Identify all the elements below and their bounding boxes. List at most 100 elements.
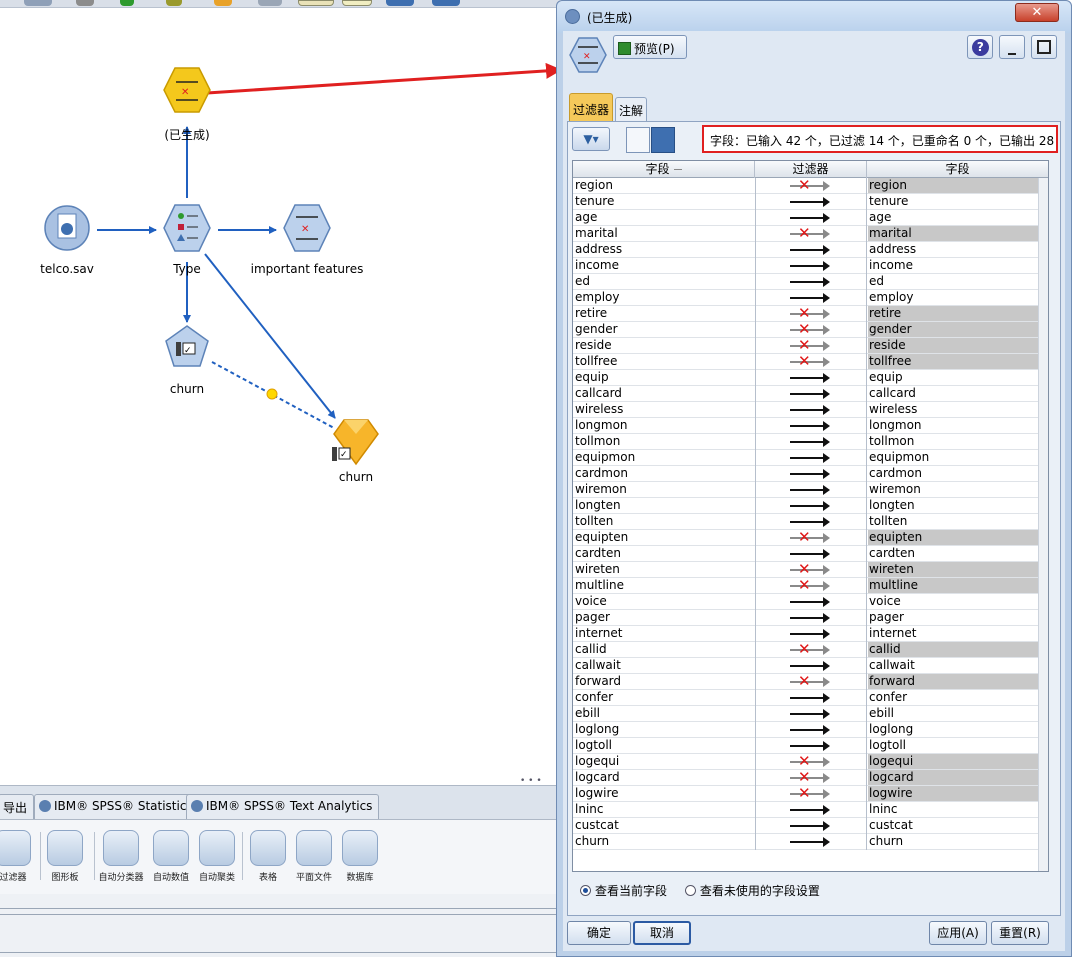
table-row[interactable]: region ✕ region bbox=[573, 176, 1048, 194]
output-field-name[interactable]: loglong bbox=[868, 722, 1048, 737]
palette-item-auto-cluster[interactable]: 自动聚类 bbox=[192, 830, 242, 883]
table-row[interactable]: loglong loglong bbox=[573, 722, 1048, 738]
table-row[interactable]: custcat custcat bbox=[573, 818, 1048, 834]
output-field-name[interactable]: callid bbox=[868, 642, 1048, 657]
palette-tab-text-analytics[interactable]: IBM® SPSS® Text Analytics bbox=[186, 794, 380, 819]
ok-button[interactable]: 确定 bbox=[567, 921, 631, 945]
table-row[interactable]: tenure tenure bbox=[573, 194, 1048, 210]
filter-toggle[interactable]: ✕ bbox=[755, 528, 867, 546]
filter-toggle[interactable]: ✕ bbox=[755, 304, 867, 322]
filter-options-button[interactable]: ▼▾ bbox=[572, 127, 610, 151]
output-field-name[interactable]: ebill bbox=[868, 706, 1048, 721]
filter-toggle[interactable] bbox=[755, 210, 867, 226]
filter-toggle[interactable]: ✕ bbox=[755, 640, 867, 658]
table-row[interactable]: voice voice bbox=[573, 594, 1048, 610]
output-field-name[interactable]: longten bbox=[868, 498, 1048, 513]
filter-toggle[interactable]: ✕ bbox=[755, 224, 867, 242]
table-row[interactable]: logcard ✕ logcard bbox=[573, 768, 1048, 786]
output-field-name[interactable]: lninc bbox=[868, 802, 1048, 817]
output-field-name[interactable]: tenure bbox=[868, 194, 1048, 209]
filter-toggle[interactable] bbox=[755, 482, 867, 498]
filter-toggle[interactable]: ✕ bbox=[755, 752, 867, 770]
output-field-name[interactable]: employ bbox=[868, 290, 1048, 305]
table-row[interactable]: equipten ✕ equipten bbox=[573, 528, 1048, 546]
table-row[interactable]: ed ed bbox=[573, 274, 1048, 290]
table-row[interactable]: cardmon cardmon bbox=[573, 466, 1048, 482]
filter-toggle[interactable] bbox=[755, 626, 867, 642]
output-field-name[interactable]: income bbox=[868, 258, 1048, 273]
palette-item-auto-numeric[interactable]: 自动数值 bbox=[146, 830, 196, 883]
cancel-button[interactable]: 取消 bbox=[633, 921, 691, 945]
filter-toggle[interactable] bbox=[755, 802, 867, 818]
output-field-name[interactable]: reside bbox=[868, 338, 1048, 353]
filter-toggle[interactable]: ✕ bbox=[755, 560, 867, 578]
table-row[interactable]: logequi ✕ logequi bbox=[573, 752, 1048, 770]
output-field-name[interactable]: logtoll bbox=[868, 738, 1048, 753]
filter-toggle[interactable]: ✕ bbox=[755, 672, 867, 690]
table-row[interactable]: marital ✕ marital bbox=[573, 224, 1048, 242]
output-field-name[interactable]: tollten bbox=[868, 514, 1048, 529]
tab-filter[interactable]: 过滤器 bbox=[569, 93, 613, 121]
filter-toggle[interactable] bbox=[755, 498, 867, 514]
table-row[interactable]: longmon longmon bbox=[573, 418, 1048, 434]
output-field-name[interactable]: churn bbox=[868, 834, 1048, 849]
table-row[interactable]: ebill ebill bbox=[573, 706, 1048, 722]
filter-toggle[interactable]: ✕ bbox=[755, 320, 867, 338]
filter-toggle[interactable]: ✕ bbox=[755, 784, 867, 802]
table-row[interactable]: retire ✕ retire bbox=[573, 304, 1048, 322]
tab-annotation[interactable]: 注解 bbox=[615, 97, 647, 121]
help-button[interactable]: ? bbox=[967, 35, 994, 59]
dialog-titlebar[interactable]: (已生成) ✕ bbox=[557, 1, 1071, 33]
output-field-name[interactable]: custcat bbox=[868, 818, 1048, 833]
table-row[interactable]: tollten tollten bbox=[573, 514, 1048, 530]
table-row[interactable]: income income bbox=[573, 258, 1048, 274]
table-scrollbar[interactable] bbox=[1038, 178, 1048, 871]
palette-item-auto-classifier[interactable]: 自动分类器 bbox=[96, 830, 146, 883]
table-row[interactable]: wireless wireless bbox=[573, 402, 1048, 418]
filter-toggle[interactable] bbox=[755, 546, 867, 562]
filter-toggle[interactable] bbox=[755, 242, 867, 258]
close-button[interactable]: ✕ bbox=[1015, 3, 1059, 22]
output-field-name[interactable]: gender bbox=[868, 322, 1048, 337]
filter-toggle[interactable]: ✕ bbox=[755, 176, 867, 194]
table-row[interactable]: wireten ✕ wireten bbox=[573, 560, 1048, 578]
table-row[interactable]: lninc lninc bbox=[573, 802, 1048, 818]
output-field-name[interactable]: longmon bbox=[868, 418, 1048, 433]
minimize-button[interactable] bbox=[999, 35, 1026, 59]
maximize-button[interactable] bbox=[1031, 35, 1057, 59]
table-row[interactable]: tollfree ✕ tollfree bbox=[573, 352, 1048, 370]
filter-toggle[interactable] bbox=[755, 450, 867, 466]
filter-toggle[interactable]: ✕ bbox=[755, 336, 867, 354]
filter-toggle[interactable]: ✕ bbox=[755, 352, 867, 370]
output-field-name[interactable]: logcard bbox=[868, 770, 1048, 785]
table-row[interactable]: logtoll logtoll bbox=[573, 738, 1048, 754]
filter-toggle[interactable] bbox=[755, 594, 867, 610]
output-field-name[interactable]: wireless bbox=[868, 402, 1048, 417]
output-field-name[interactable]: cardmon bbox=[868, 466, 1048, 481]
output-field-name[interactable]: logequi bbox=[868, 754, 1048, 769]
preview-button[interactable]: 预览(P) bbox=[613, 35, 687, 59]
table-row[interactable]: age age bbox=[573, 210, 1048, 226]
output-field-name[interactable]: equip bbox=[868, 370, 1048, 385]
filter-toggle[interactable] bbox=[755, 722, 867, 738]
output-field-name[interactable]: forward bbox=[868, 674, 1048, 689]
output-field-name[interactable]: tollfree bbox=[868, 354, 1048, 369]
output-field-name[interactable]: internet bbox=[868, 626, 1048, 641]
table-row[interactable]: longten longten bbox=[573, 498, 1048, 514]
output-field-name[interactable]: wiremon bbox=[868, 482, 1048, 497]
filter-toggle[interactable] bbox=[755, 610, 867, 626]
palette-item-flat-file[interactable]: 平面文件 bbox=[289, 830, 339, 883]
filter-toggle[interactable]: ✕ bbox=[755, 576, 867, 594]
output-field-name[interactable]: logwire bbox=[868, 786, 1048, 801]
table-row[interactable]: pager pager bbox=[573, 610, 1048, 626]
filter-toggle[interactable] bbox=[755, 258, 867, 274]
filter-toggle[interactable] bbox=[755, 402, 867, 418]
table-row[interactable]: equipmon equipmon bbox=[573, 450, 1048, 466]
filter-toggle[interactable] bbox=[755, 370, 867, 386]
filter-toggle[interactable] bbox=[755, 706, 867, 722]
table-row[interactable]: address address bbox=[573, 242, 1048, 258]
output-field-name[interactable]: region bbox=[868, 178, 1048, 193]
apply-button[interactable]: 应用(A) bbox=[929, 921, 987, 945]
output-field-name[interactable]: retire bbox=[868, 306, 1048, 321]
palette-tab-statistics[interactable]: IBM® SPSS® Statistics bbox=[34, 794, 200, 819]
